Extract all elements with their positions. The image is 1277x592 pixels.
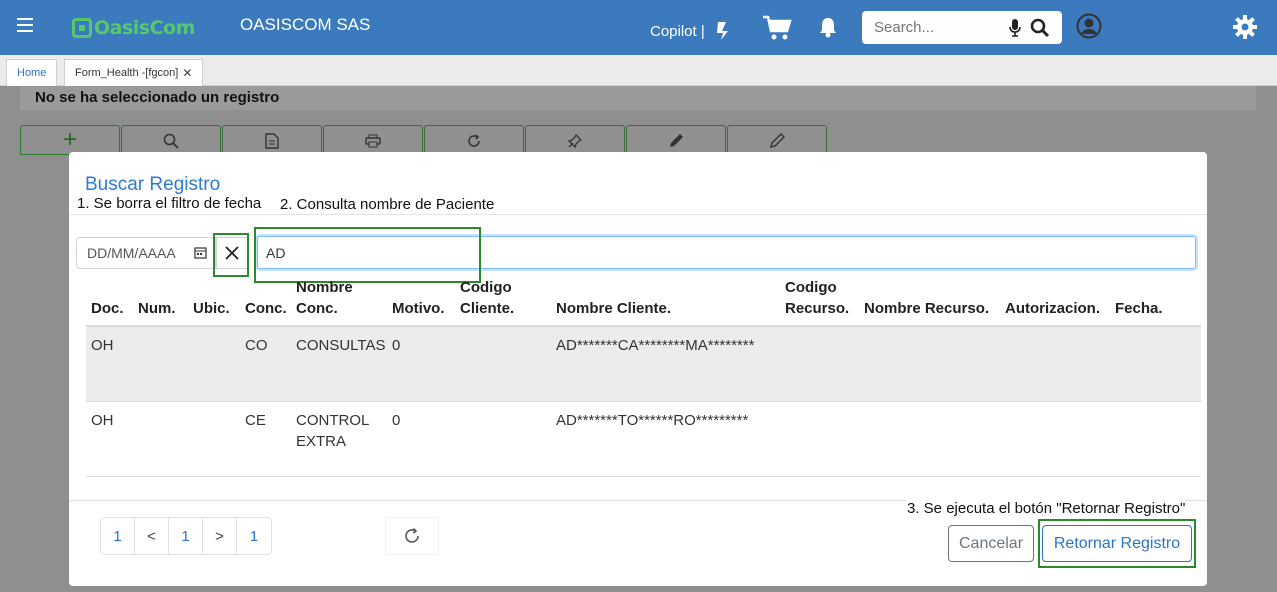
cell-nombre-cliente: AD*******CA********MA******** <box>556 337 755 354</box>
tab-form-health-label: Form_Health -[fgcon] <box>75 67 179 79</box>
column-header[interactable]: Fecha. <box>1115 298 1163 319</box>
column-header[interactable]: Nombre Cliente. <box>556 298 671 319</box>
search-icon <box>163 133 179 149</box>
find-button[interactable] <box>121 125 221 155</box>
date-filter-field[interactable]: DD/MM/AAAA <box>76 237 216 269</box>
tab-home[interactable]: Home <box>6 59 58 86</box>
reload-button[interactable] <box>424 125 524 155</box>
column-header[interactable]: Nombre Recurso. <box>864 298 989 319</box>
document-button[interactable] <box>222 125 322 155</box>
logo-icon <box>72 18 92 38</box>
annotation-step-2: 2. Consulta nombre de Paciente <box>280 196 495 213</box>
close-icon <box>225 246 239 260</box>
search-record-modal: Buscar Registro 1. Se borra el filtro de… <box>69 152 1207 586</box>
patient-name-input[interactable] <box>257 236 1196 269</box>
user-avatar-icon[interactable] <box>1076 13 1102 39</box>
table-row[interactable]: OH CO CONSULTAS 0 AD*******CA********MA*… <box>86 327 1201 402</box>
cell-nombre-conc: CONSULTAS <box>296 337 386 354</box>
edit-button[interactable] <box>626 125 726 155</box>
copilot-icon <box>716 22 728 40</box>
cart-icon[interactable] <box>762 15 792 41</box>
clear-date-button[interactable] <box>216 237 248 269</box>
column-header[interactable]: Num. <box>138 298 176 319</box>
microphone-icon[interactable] <box>1009 18 1021 38</box>
cancel-button[interactable]: Cancelar <box>948 525 1034 562</box>
cell-motivo: 0 <box>392 412 401 429</box>
printer-icon <box>365 134 381 147</box>
column-header[interactable]: Doc. <box>91 298 124 319</box>
page-first[interactable]: 1 <box>101 518 135 554</box>
pencil-filled-icon <box>670 133 683 147</box>
cell-conc: CE <box>245 412 266 429</box>
tab-bar: Home Form_Health -[fgcon] ✕ <box>0 55 1277 86</box>
tab-form-health[interactable]: Form_Health -[fgcon] ✕ <box>64 59 204 86</box>
column-header[interactable]: Nombre Conc. <box>296 277 376 319</box>
search-box <box>862 11 1062 44</box>
column-header[interactable]: Motivo. <box>392 298 445 319</box>
gear-icon[interactable] <box>1232 14 1258 40</box>
modal-title: Buscar Registro <box>85 174 221 195</box>
toolbar: + <box>20 125 828 155</box>
search-input[interactable] <box>862 19 1002 36</box>
no-selection-message: No se ha seleccionado un registro <box>20 86 1256 110</box>
column-header[interactable]: Conc. <box>245 298 287 319</box>
plus-icon: + <box>62 126 77 153</box>
logo[interactable]: OasisCom <box>72 15 195 41</box>
edit-alt-button[interactable] <box>727 125 827 155</box>
cell-motivo: 0 <box>392 337 401 354</box>
top-bar: OasisCom OASISCOM SAS Copilot | <box>0 0 1277 55</box>
column-header[interactable]: Codigo Recurso. <box>785 277 855 319</box>
copilot-label: Copilot | <box>650 22 705 40</box>
refresh-icon <box>468 133 480 147</box>
page-last[interactable]: 1 <box>237 518 271 554</box>
pin-icon <box>568 133 582 148</box>
cell-nombre-conc: CONTROL EXTRA <box>296 412 369 450</box>
cell-doc: OH <box>91 412 114 429</box>
divider <box>69 214 1207 215</box>
add-button[interactable]: + <box>20 125 120 155</box>
document-icon <box>265 132 279 149</box>
copilot-button[interactable]: Copilot | <box>650 19 735 43</box>
cell-nombre-cliente: AD*******TO******RO********* <box>556 412 749 429</box>
pin-button[interactable] <box>525 125 625 155</box>
return-record-button[interactable]: Retornar Registro <box>1042 525 1192 562</box>
date-placeholder: DD/MM/AAAA <box>87 245 176 261</box>
cell-conc: CO <box>245 337 268 354</box>
column-header[interactable]: Ubic. <box>193 298 230 319</box>
cell-doc: OH <box>91 337 114 354</box>
pencil-icon <box>770 132 785 148</box>
results-table-header: Doc. Num. Ubic. Conc. Nombre Conc. Motiv… <box>86 274 1201 327</box>
calendar-icon[interactable] <box>194 246 207 259</box>
page-current[interactable]: 1 <box>169 518 203 554</box>
annotation-step-3: 3. Se ejecuta el botón "Retornar Registr… <box>907 500 1186 517</box>
column-header[interactable]: Codigo Cliente. <box>460 277 530 319</box>
print-button[interactable] <box>323 125 423 155</box>
column-header[interactable]: Autorizacion. <box>1005 298 1100 319</box>
company-name: OASISCOM SAS <box>240 15 371 34</box>
page-next[interactable]: > <box>203 518 237 554</box>
page-prev[interactable]: < <box>135 518 169 554</box>
pagination: 1 < 1 > 1 <box>100 517 272 555</box>
tab-home-label: Home <box>17 67 47 79</box>
menu-icon[interactable] <box>17 18 33 34</box>
refresh-button[interactable] <box>385 517 439 555</box>
bell-icon[interactable] <box>818 16 838 38</box>
logo-text: OasisCom <box>94 17 195 39</box>
tab-close-icon[interactable]: ✕ <box>182 66 192 80</box>
annotation-step-1: 1. Se borra el filtro de fecha <box>77 195 262 212</box>
refresh-icon <box>405 527 419 543</box>
search-icon[interactable] <box>1030 18 1050 38</box>
table-row[interactable]: OH CE CONTROL EXTRA 0 AD*******TO******R… <box>86 402 1201 477</box>
